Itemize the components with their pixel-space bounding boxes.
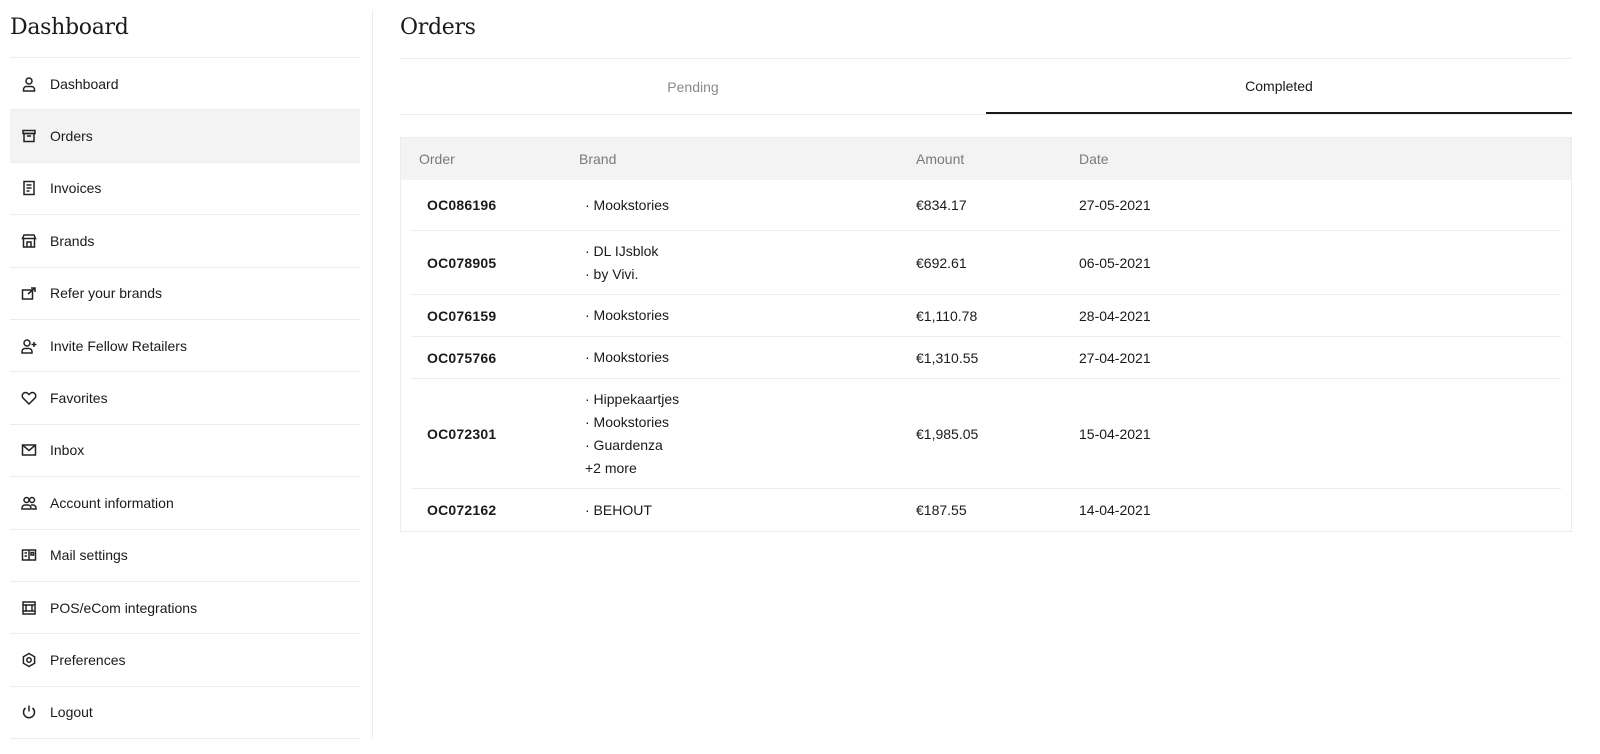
order-date: 28-04-2021: [1079, 307, 1151, 324]
column-header-brand[interactable]: Brand: [565, 151, 916, 167]
sidebar-item-inbox[interactable]: Inbox: [10, 425, 360, 478]
brand-name: · Guardenza: [585, 436, 663, 453]
column-header-amount[interactable]: Amount: [916, 151, 1079, 167]
sidebar-item-brands[interactable]: Brands: [10, 215, 360, 268]
sidebar-item-label: Dashboard: [50, 75, 119, 92]
table-row[interactable]: OC086196 · Mookstories €834.17 27-05-202…: [411, 180, 1561, 231]
sidebar-item-favorites[interactable]: Favorites: [10, 372, 360, 425]
sidebar-item-preferences[interactable]: Preferences: [10, 634, 360, 687]
sidebar-item-label: Mail settings: [50, 547, 128, 564]
brand-name: · Hippekaartjes: [585, 390, 680, 407]
sidebar-item-invite-retailers[interactable]: Invite Fellow Retailers: [10, 320, 360, 373]
heart-icon: [20, 389, 38, 407]
sidebar-item-label: Refer your brands: [50, 285, 163, 302]
order-date: 27-04-2021: [1079, 349, 1151, 366]
user-plus-icon: [20, 337, 38, 355]
users-icon: [20, 494, 38, 512]
user-icon: [20, 75, 38, 93]
orders-table: Order Brand Amount Date OC086196 · Mooks…: [400, 137, 1572, 532]
order-amount: €692.61: [916, 254, 967, 271]
sidebar-item-dashboard[interactable]: Dashboard: [10, 58, 360, 111]
sidebar-item-label: Preferences: [50, 651, 126, 668]
main-content: Orders Pending Completed Order Brand Amo…: [400, 0, 1572, 532]
order-brands: · Mookstories: [565, 346, 916, 369]
order-number[interactable]: OC075766: [411, 350, 565, 366]
table-row[interactable]: OC075766 · Mookstories €1,310.55 27-04-2…: [411, 337, 1561, 379]
tab-pending[interactable]: Pending: [400, 59, 986, 114]
store-icon: [20, 232, 38, 250]
sidebar-item-pos-integrations[interactable]: POS/eCom integrations: [10, 582, 360, 635]
order-amount: €1,985.05: [916, 425, 979, 442]
order-date: 06-05-2021: [1079, 254, 1151, 271]
table-header: Order Brand Amount Date: [401, 138, 1571, 180]
order-number[interactable]: OC072162: [411, 502, 565, 518]
order-brands: · DL IJsblok · by Vivi.: [565, 240, 916, 286]
sidebar-item-label: Favorites: [50, 390, 108, 407]
share-icon: [20, 284, 38, 302]
order-number[interactable]: OC086196: [411, 197, 565, 213]
sidebar-item-invoices[interactable]: Invoices: [10, 163, 360, 216]
brand-name: · Mookstories: [585, 307, 670, 323]
order-amount: €1,110.78: [916, 307, 978, 324]
sidebar-item-label: POS/eCom integrations: [50, 599, 198, 616]
order-number[interactable]: OC076159: [411, 308, 565, 324]
order-date: 15-04-2021: [1079, 425, 1151, 442]
mail-settings-icon: [20, 546, 38, 564]
table-row[interactable]: OC072162 · BEHOUT €187.55 14-04-2021: [411, 489, 1561, 531]
sidebar-item-refer-brands[interactable]: Refer your brands: [10, 268, 360, 320]
order-tabs: Pending Completed: [400, 59, 1572, 115]
table-row[interactable]: OC078905 · DL IJsblok · by Vivi. €692.61…: [411, 231, 1561, 295]
order-number[interactable]: OC072301: [411, 426, 565, 442]
sidebar-item-label: Brands: [50, 232, 95, 249]
order-amount: €834.17: [916, 197, 967, 213]
box-icon: [20, 127, 38, 145]
brand-name: · Mookstories: [585, 196, 670, 213]
order-brands: · Mookstories: [565, 304, 916, 327]
order-brands: · BEHOUT: [565, 499, 916, 522]
order-date: 27-05-2021: [1079, 197, 1151, 213]
sidebar-item-mail-settings[interactable]: Mail settings: [10, 530, 360, 582]
sidebar-item-label: Account information: [50, 494, 174, 511]
brand-name: · BEHOUT: [585, 501, 652, 518]
integrations-icon: [20, 599, 38, 617]
page-title: Orders: [400, 0, 1572, 59]
table-row[interactable]: OC076159 · Mookstories €1,110.78 28-04-2…: [411, 295, 1561, 337]
brand-name: · by Vivi.: [585, 265, 639, 282]
sidebar-divider: [372, 10, 373, 738]
order-brands: · Hippekaartjes · Mookstories · Guardenz…: [565, 388, 916, 480]
document-icon: [20, 179, 38, 197]
sidebar-title: Dashboard: [10, 0, 360, 58]
sidebar-item-logout[interactable]: Logout: [10, 687, 360, 740]
brand-name: · Mookstories: [585, 349, 670, 365]
gear-icon: [20, 651, 38, 669]
order-date: 14-04-2021: [1079, 502, 1151, 518]
sidebar-item-label: Invite Fellow Retailers: [50, 337, 187, 354]
brand-name: · Mookstories: [585, 413, 670, 430]
order-amount: €1,310.55: [916, 349, 979, 366]
order-number[interactable]: OC078905: [411, 255, 565, 271]
order-amount: €187.55: [916, 502, 967, 518]
sidebar-item-orders[interactable]: Orders: [10, 110, 360, 163]
more-brands-link[interactable]: +2 more: [585, 457, 916, 480]
sidebar-item-label: Invoices: [50, 180, 102, 197]
order-brands: · Mookstories: [565, 194, 916, 217]
sidebar-item-label: Inbox: [50, 442, 85, 459]
sidebar-item-label: Logout: [50, 704, 93, 721]
mail-icon: [20, 441, 38, 459]
table-row[interactable]: OC072301 · Hippekaartjes · Mookstories ·…: [411, 379, 1561, 489]
sidebar-item-account-information[interactable]: Account information: [10, 477, 360, 530]
column-header-date[interactable]: Date: [1079, 151, 1571, 167]
column-header-order[interactable]: Order: [401, 151, 565, 167]
brand-name: · DL IJsblok: [585, 242, 659, 259]
sidebar-item-label: Orders: [50, 128, 93, 145]
tab-completed[interactable]: Completed: [986, 59, 1572, 114]
power-icon: [20, 703, 38, 721]
sidebar: Dashboard Dashboard Orders Invoices Bran…: [10, 0, 360, 740]
